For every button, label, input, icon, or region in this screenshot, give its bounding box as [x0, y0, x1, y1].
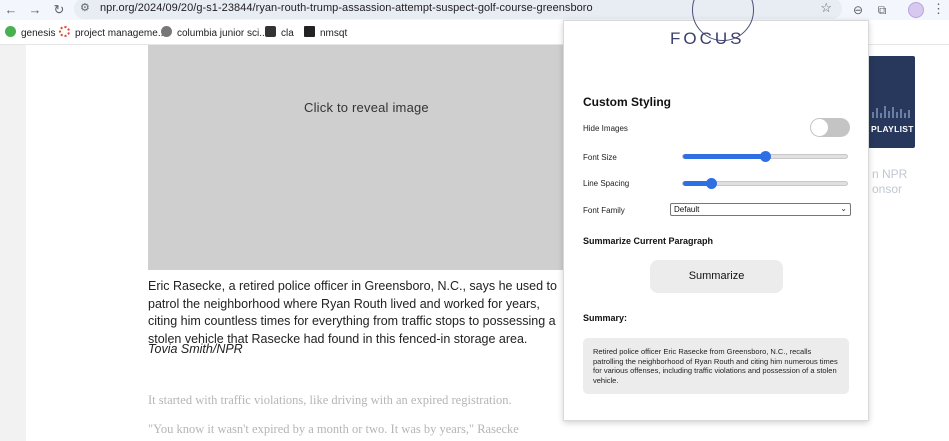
- font-size-label: Font Size: [583, 153, 617, 162]
- reveal-image-text[interactable]: Click to reveal image: [304, 100, 429, 115]
- section-title: Custom Styling: [583, 95, 672, 109]
- article-paragraph: It started with traffic violations, like…: [148, 393, 512, 407]
- menu-kebab-icon[interactable]: ⋮: [932, 1, 945, 17]
- bookmark-nmsqt[interactable]: nmsqt: [304, 26, 347, 39]
- eq-bar: [888, 111, 890, 118]
- chevron-down-icon: ⌄: [840, 204, 847, 213]
- site-info-icon[interactable]: ⚙: [80, 1, 90, 14]
- project-favicon-icon: [59, 26, 70, 37]
- side-text: n NPR: [872, 167, 908, 181]
- eq-bar: [876, 108, 878, 118]
- extension-icon[interactable]: ⊖: [848, 0, 868, 20]
- eq-bar: [900, 109, 902, 118]
- summarize-button[interactable]: Summarize: [650, 260, 783, 293]
- eq-bar: [892, 107, 894, 118]
- font-family-select[interactable]: Default ⌄: [670, 203, 851, 216]
- playlist-label: PLAYLIST: [871, 124, 914, 134]
- image-caption: Eric Rasecke, a retired police officer i…: [148, 279, 557, 346]
- url-text: npr.org/2024/09/20/g-s1-23844/ryan-routh…: [100, 2, 593, 14]
- article-paragraph: "You know it wasn't expired by a month o…: [148, 422, 519, 436]
- hide-images-toggle[interactable]: [810, 118, 850, 137]
- font-family-label: Font Family: [583, 206, 625, 215]
- eq-bar: [880, 113, 882, 118]
- summarize-title: Summarize Current Paragraph: [583, 236, 714, 246]
- focus-logo: FOCUS: [670, 29, 745, 48]
- summary-label: Summary:: [583, 313, 628, 323]
- genesis-favicon-icon: [5, 26, 16, 37]
- hide-images-label: Hide Images: [583, 124, 628, 133]
- bookmark-cla[interactable]: cla: [265, 26, 294, 39]
- eq-bar: [896, 112, 898, 118]
- bookmark-project-management[interactable]: project manageme...: [59, 26, 166, 39]
- eq-bar: [884, 106, 886, 118]
- photo-credit: Tovia Smith/NPR: [148, 342, 243, 356]
- eq-bar: [872, 112, 874, 118]
- focus-extension-popup: FOCUS Custom Styling Hide Images Font Si…: [563, 0, 869, 421]
- toggle-knob: [811, 119, 828, 136]
- reload-icon[interactable]: ↻: [50, 1, 68, 19]
- font-family-value: Default: [674, 205, 700, 214]
- bookmark-star-icon[interactable]: ☆: [820, 0, 832, 16]
- eq-bar: [908, 110, 910, 118]
- profile-avatar[interactable]: [908, 2, 924, 18]
- font-size-slider[interactable]: [682, 151, 848, 162]
- eq-bar: [904, 113, 906, 118]
- browser-toolbar: ← → ↻ ⚙ npr.org/2024/09/20/g-s1-23844/ry…: [0, 0, 949, 20]
- playlist-card[interactable]: PLAYLIST: [868, 56, 915, 148]
- left-gutter: [0, 45, 26, 441]
- bookmark-columbia-junior[interactable]: columbia junior sci...: [161, 26, 268, 39]
- nmsqt-favicon-icon: [304, 26, 315, 37]
- summary-text: Retired police officer Eric Rasecke from…: [583, 338, 849, 394]
- line-spacing-slider[interactable]: [682, 178, 848, 189]
- slider-thumb[interactable]: [760, 151, 771, 162]
- globe-icon: [161, 26, 172, 37]
- side-text: onsor: [872, 182, 903, 196]
- back-icon[interactable]: ←: [2, 1, 20, 19]
- slider-fill: [683, 154, 765, 159]
- forward-icon[interactable]: →: [26, 1, 44, 19]
- image-placeholder[interactable]: [148, 45, 564, 270]
- notion-favicon-icon: [265, 26, 276, 37]
- line-spacing-label: Line Spacing: [583, 179, 630, 188]
- slider-thumb[interactable]: [705, 178, 717, 189]
- puzzle-icon[interactable]: ⧉: [872, 0, 892, 20]
- bookmark-genesis[interactable]: genesis: [5, 26, 55, 39]
